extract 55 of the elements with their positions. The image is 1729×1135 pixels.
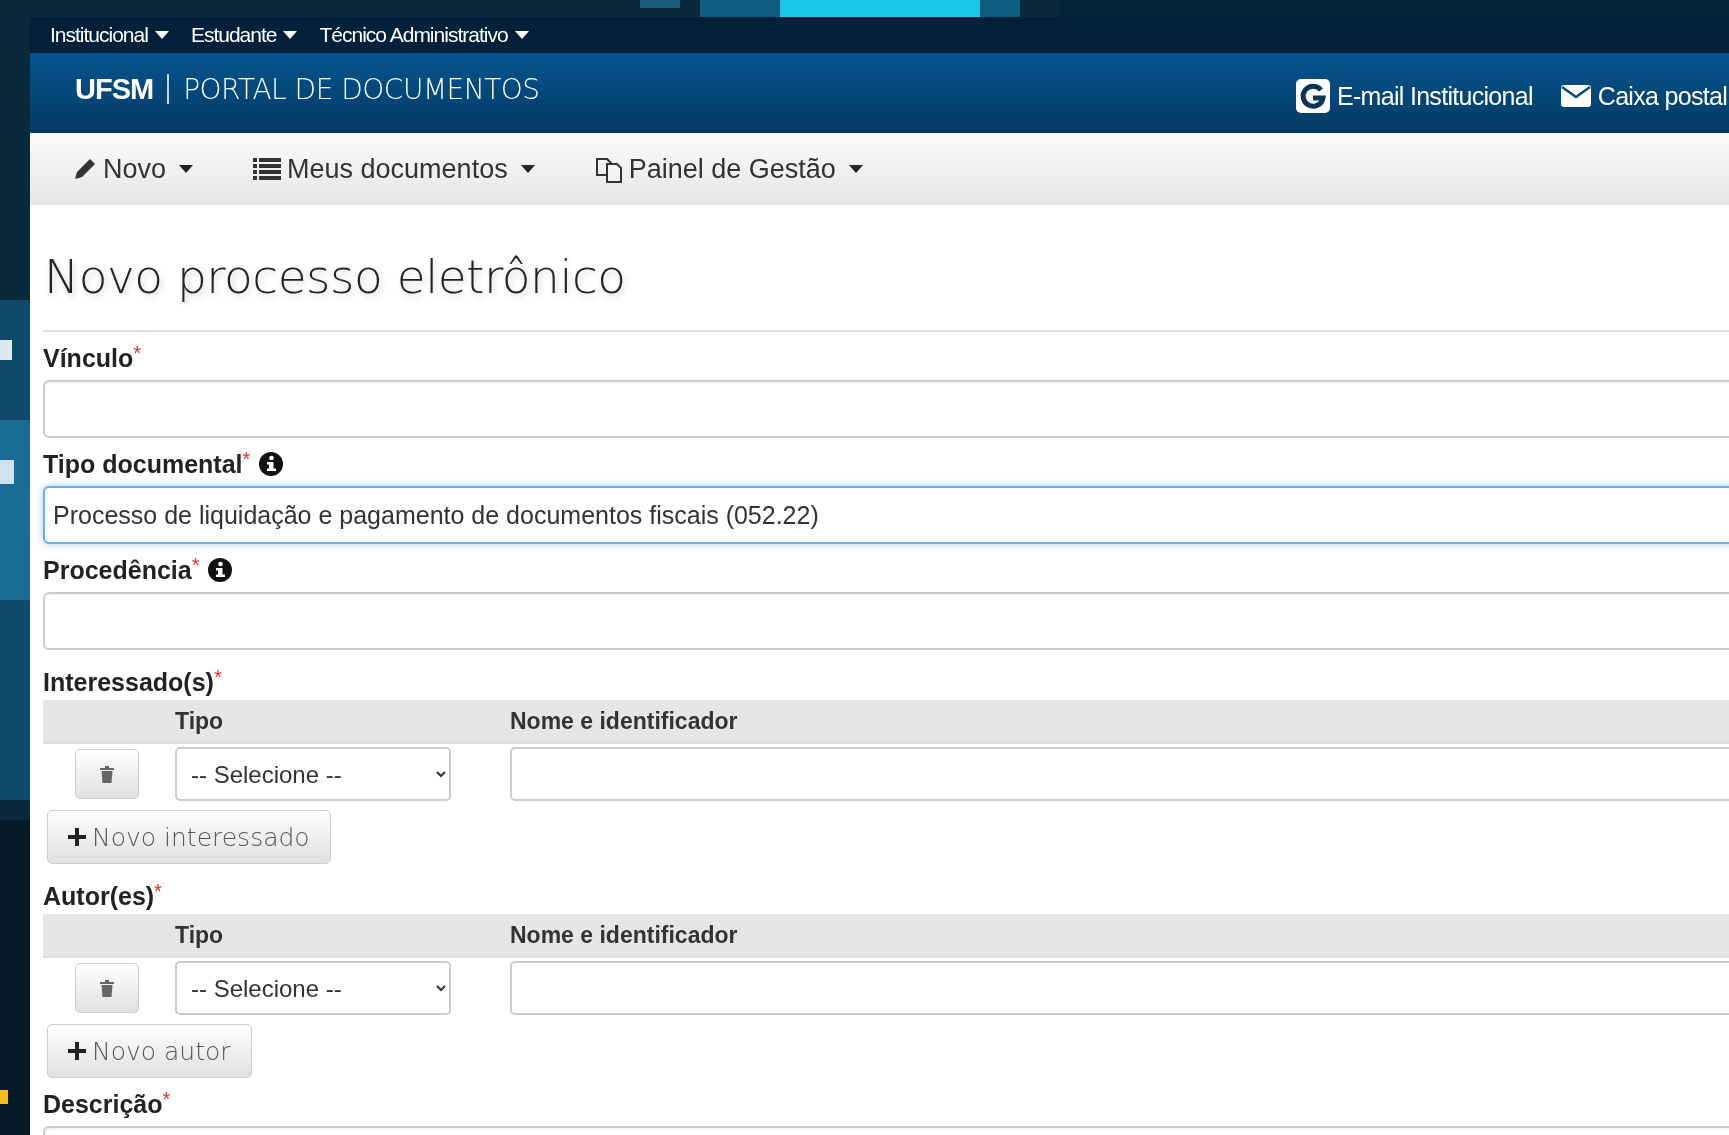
page-title: Novo processo eletrônico <box>43 248 627 306</box>
add-button[interactable]: Novo interessado <box>47 810 331 864</box>
delete-button[interactable] <box>75 963 139 1013</box>
caret-icon <box>179 165 194 173</box>
type-select[interactable]: -- Selecione -- <box>175 961 451 1015</box>
caret-icon <box>520 165 535 173</box>
copy-icon <box>594 155 623 183</box>
required-mark: * <box>242 448 251 470</box>
trash-icon <box>100 979 114 997</box>
field-label: Procedência <box>43 555 192 585</box>
caret-icon <box>154 31 169 39</box>
required-mark: * <box>133 342 142 365</box>
nav-menu-link[interactable]: Técnico Administrativo <box>319 23 529 47</box>
field-label: Tipo documental <box>43 449 243 479</box>
g-logo-icon <box>1296 79 1330 113</box>
nav-menu-link[interactable]: Institucional <box>50 23 169 47</box>
required-mark: * <box>213 666 222 688</box>
field-label: Interessado(s) <box>43 667 214 697</box>
name-field[interactable] <box>510 961 1729 1015</box>
menu-item[interactable]: Painel de Gestão <box>594 153 863 185</box>
menu-item[interactable]: Novo <box>73 153 194 185</box>
column-header: Nome e identificador <box>510 707 738 735</box>
field-label: Descrição <box>43 1089 163 1119</box>
plus-icon <box>68 1042 86 1060</box>
plus-icon <box>68 828 86 846</box>
header-link[interactable]: Caixa postal <box>1560 79 1727 113</box>
field-label: Vínculo <box>43 343 134 373</box>
name-field[interactable] <box>510 747 1729 801</box>
menu-item[interactable]: Meus documentos <box>253 153 535 185</box>
pencil-icon <box>73 157 97 181</box>
list-icon <box>253 158 282 180</box>
column-header: Tipo <box>175 921 225 949</box>
caret-icon <box>283 31 298 39</box>
envelope-icon <box>1560 85 1591 107</box>
delete-button[interactable] <box>75 749 139 799</box>
text-field[interactable] <box>43 592 1729 650</box>
brand-name: UFSM <box>75 72 154 106</box>
required-mark: * <box>162 1088 171 1110</box>
trash-icon <box>100 765 114 783</box>
caret-icon <box>514 31 529 39</box>
column-header: Tipo <box>175 707 225 735</box>
nav-menu-link[interactable]: Estudante <box>190 23 298 47</box>
header-link[interactable]: E-mail Institucional <box>1296 79 1533 113</box>
caret-icon <box>848 165 863 173</box>
info-icon[interactable] <box>208 558 233 582</box>
column-header: Nome e identificador <box>510 921 738 949</box>
field-label: Autor(es) <box>43 881 155 911</box>
portal-title: PORTAL DE DOCUMENTOS <box>183 72 540 106</box>
text-field[interactable]: Processo de liquidação e pagamento de documentos fiscais (052.22) <box>43 486 1729 544</box>
required-mark: * <box>154 880 162 902</box>
text-field[interactable] <box>43 380 1729 438</box>
add-button[interactable]: Novo autor <box>47 1024 252 1078</box>
type-select[interactable]: -- Selecione -- <box>175 747 451 801</box>
required-mark: * <box>191 554 200 576</box>
info-icon[interactable] <box>259 452 284 476</box>
